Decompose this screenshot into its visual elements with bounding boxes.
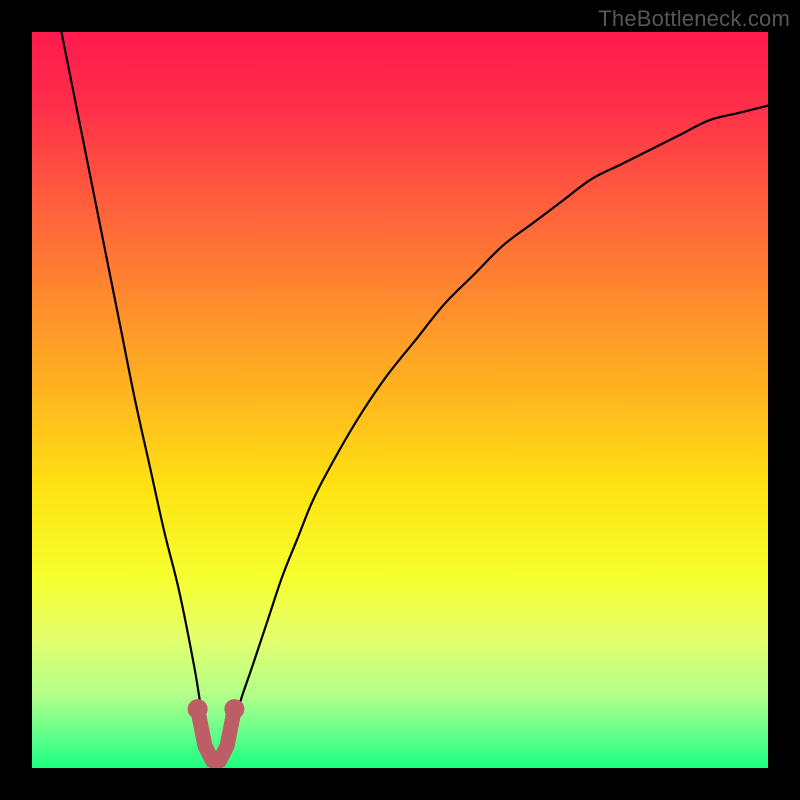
chart-frame [32, 32, 768, 768]
chart-background [32, 32, 768, 768]
marker-start-dot [188, 699, 208, 719]
chart-svg [32, 32, 768, 768]
marker-end-dot [224, 699, 244, 719]
watermark-text: TheBottleneck.com [598, 6, 790, 32]
